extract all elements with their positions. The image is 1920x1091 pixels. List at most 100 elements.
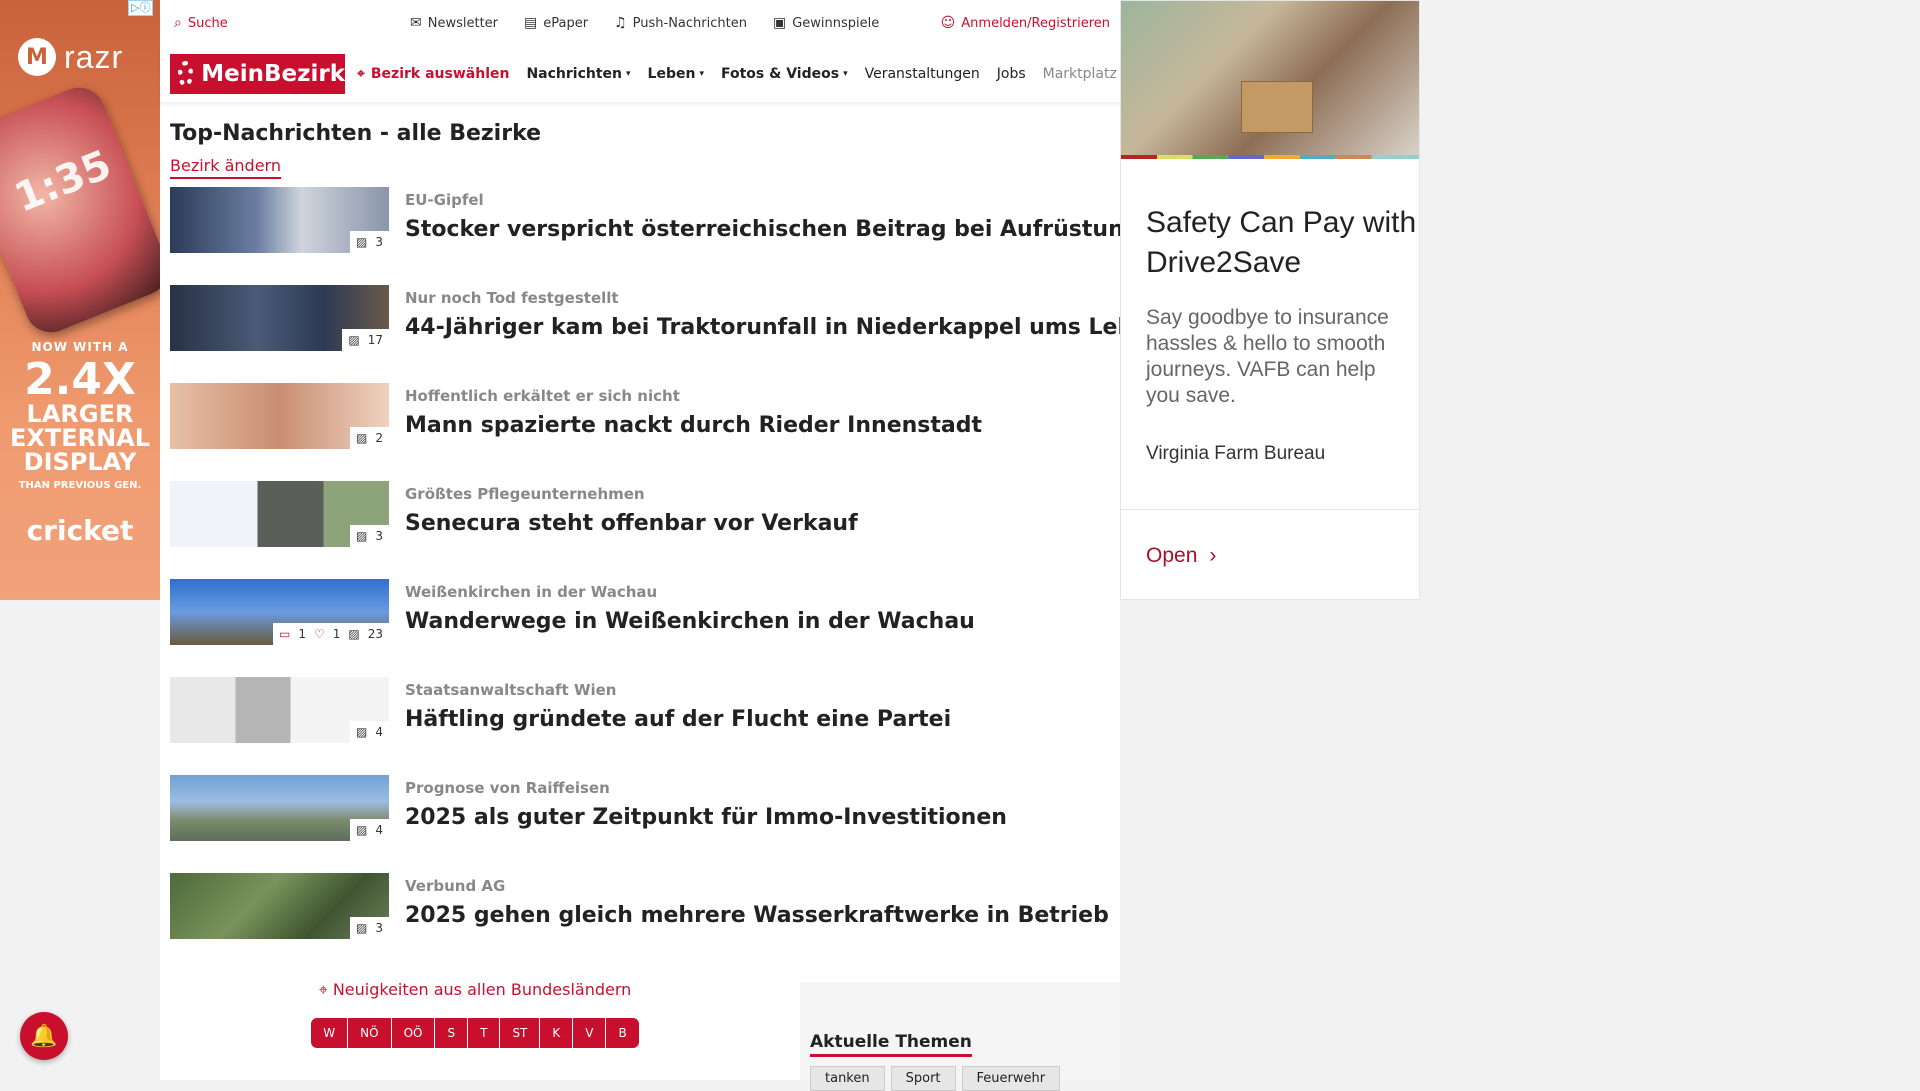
- nav-item-nachrichten[interactable]: Nachrichten ▾: [526, 66, 630, 82]
- article-thumbnail[interactable]: ▨ 3: [170, 873, 389, 939]
- epaper-label: ePaper: [543, 15, 589, 31]
- article-headline[interactable]: 2025 als guter Zeitpunkt für Immo-Invest…: [405, 805, 1007, 830]
- image-icon: ▨: [356, 823, 368, 837]
- article-headline[interactable]: Häftling gründete auf der Flucht eine Pa…: [405, 707, 951, 732]
- search-label: Suche: [187, 15, 228, 31]
- article-item[interactable]: ▨ 4 Staatsanwaltschaft Wien Häftling gründ…: [170, 677, 1120, 743]
- article-kicker: Hoffentlich erkältet er sich nicht: [405, 387, 680, 405]
- state-button[interactable]: NÖ: [348, 1018, 392, 1048]
- newsletter-link[interactable]: ✉ Newsletter: [410, 16, 498, 31]
- article-item[interactable]: ▨ 3 Größtes Pflegeunternehmen Senecura ste…: [170, 481, 1120, 547]
- nav-item-label: Fotos & Videos: [720, 66, 840, 82]
- gift-icon: ▣: [772, 15, 787, 31]
- image-icon: ▨: [356, 431, 368, 445]
- left-skyscraper-ad[interactable]: ▷ⓘ M razr 1:35 NOW WITH A 2.4X LARGER EX…: [0, 0, 160, 600]
- adchoices-icon[interactable]: ▷ⓘ: [128, 0, 154, 16]
- bezirk-select[interactable]: ⌖ Bezirk auswählen: [357, 66, 509, 82]
- article-headline[interactable]: 2025 gehen gleich mehrere Wasserkraftwer…: [405, 903, 1109, 928]
- ad-color-stripe: [1121, 155, 1419, 159]
- article-item[interactable]: ▨ 2 Hoffentlich erkältet er sich nicht Man…: [170, 383, 1120, 449]
- section-title: Top-Nachrichten - alle Bezirke: [170, 121, 542, 146]
- logo-icon: [178, 61, 194, 87]
- article-thumbnail[interactable]: ▨ 3: [170, 187, 389, 253]
- bell-icon: ♫: [614, 15, 627, 31]
- nav-item-label: Veranstaltungen: [864, 66, 980, 82]
- article-kicker: Prognose von Raiffeisen: [405, 779, 610, 797]
- nav-item-label: Jobs: [996, 66, 1026, 82]
- nav-item-label: Marktplatz: [1042, 66, 1117, 82]
- main-nav: MeinBezirk ⌖ Bezirk auswählen Nachrichte…: [160, 46, 1120, 103]
- ad-pitch-line: LARGER: [26, 400, 134, 428]
- chevron-down-icon: ▾: [626, 69, 631, 79]
- article-headline[interactable]: Senecura steht offenbar vor Verkauf: [405, 511, 858, 536]
- article-thumbnail[interactable]: ▨ 2: [170, 383, 389, 449]
- article-thumbnail[interactable]: ▨ 3: [170, 481, 389, 547]
- phone-image: 1:35: [0, 79, 160, 341]
- moving-box-image: [1241, 81, 1313, 133]
- article-kicker: Staatsanwaltschaft Wien: [405, 681, 617, 699]
- article-item[interactable]: ▭ 1 ♡ 1 ▨ 23 Weißenkirchen in der Wachau Wan…: [170, 579, 1120, 645]
- notification-bell-button[interactable]: 🔔: [20, 1012, 68, 1060]
- current-topics-title: Aktuelle Themen: [810, 1032, 972, 1057]
- article-headline[interactable]: Mann spazierte nackt durch Rieder Innens…: [405, 413, 982, 438]
- photo-count: 2: [375, 431, 383, 445]
- ad-pitch-line: EXTERNAL: [9, 424, 151, 452]
- state-switcher: W NÖ OÖ S T ST K V B: [311, 1018, 639, 1048]
- article-thumbnail[interactable]: ▨ 4: [170, 775, 389, 841]
- mail-icon: ✉: [410, 15, 422, 31]
- epaper-link[interactable]: ▤ ePaper: [524, 16, 588, 31]
- article-thumbnail[interactable]: ▨ 4: [170, 677, 389, 743]
- engagement-badge: ▭ 1 ♡ 1 ▨ 23: [272, 623, 389, 645]
- ad-sponsor-logo: cricket: [26, 514, 134, 547]
- site-logo[interactable]: MeinBezirk: [170, 54, 345, 94]
- article-item[interactable]: ▨ 4 Prognose von Raiffeisen 2025 als guter…: [170, 775, 1120, 841]
- ad-image: [1121, 1, 1419, 155]
- topic-tag[interactable]: tanken: [810, 1066, 885, 1091]
- state-button[interactable]: B: [606, 1018, 638, 1048]
- login-link[interactable]: ☺ Anmelden/Registrieren: [941, 16, 1110, 31]
- photo-count-badge: ▨ 3: [350, 525, 389, 547]
- nav-item-fotos-videos[interactable]: Fotos & Videos ▾: [721, 66, 848, 82]
- article-item[interactable]: ▨ 17 Nur noch Tod festgestellt 44-Jähriger…: [170, 285, 1164, 351]
- article-thumbnail[interactable]: ▭ 1 ♡ 1 ▨ 23: [170, 579, 389, 645]
- state-button[interactable]: OÖ: [392, 1018, 436, 1048]
- state-button[interactable]: ST: [500, 1018, 541, 1048]
- right-rectangle-ad[interactable]: ▷ⓘ Safety Can Pay with Drive2Save Say go…: [1120, 0, 1420, 600]
- motorola-logo-icon: M: [18, 38, 56, 76]
- photo-count-badge: ▨ 4: [350, 721, 389, 743]
- search-link[interactable]: ⌕ Suche: [174, 16, 228, 31]
- state-button[interactable]: S: [435, 1018, 469, 1048]
- nav-item-veranstaltungen[interactable]: Veranstaltungen: [865, 66, 980, 82]
- article-item[interactable]: ▨ 3 EU-Gipfel Stocker verspricht österreic…: [170, 187, 1139, 253]
- photo-count: 3: [375, 921, 383, 935]
- article-kicker: Weißenkirchen in der Wachau: [405, 583, 658, 601]
- image-icon: ▨: [356, 921, 368, 935]
- states-title[interactable]: ⌖ Neuigkeiten aus allen Bundesländern: [160, 980, 790, 1000]
- ad-pitch-line: NOW WITH A: [31, 340, 129, 354]
- article-headline[interactable]: 44-Jähriger kam bei Traktorunfall in Nie…: [405, 315, 1164, 340]
- logo-text: MeinBezirk: [201, 61, 345, 87]
- article-headline[interactable]: Stocker verspricht österreichischen Beit…: [405, 217, 1139, 242]
- article-thumbnail[interactable]: ▨ 17: [170, 285, 389, 351]
- photo-count: 4: [375, 823, 383, 837]
- article-headline[interactable]: Wanderwege in Weißenkirchen in der Wacha…: [405, 609, 975, 634]
- photo-count-badge: ▨ 4: [350, 819, 389, 841]
- article-item[interactable]: ▨ 3 Verbund AG 2025 gehen gleich mehrere W…: [170, 873, 1120, 939]
- push-link[interactable]: ♫ Push-Nachrichten: [614, 16, 747, 31]
- gewinnspiele-link[interactable]: ▣ Gewinnspiele: [773, 16, 879, 31]
- change-bezirk-link[interactable]: Bezirk ändern: [170, 156, 281, 179]
- push-label: Push-Nachrichten: [632, 15, 747, 31]
- state-button[interactable]: T: [468, 1018, 501, 1048]
- topic-tag[interactable]: Sport: [890, 1066, 956, 1091]
- phone-time: 1:35: [8, 141, 118, 222]
- state-button[interactable]: K: [540, 1018, 574, 1048]
- chevron-down-icon: ▾: [699, 69, 704, 79]
- nav-item-leben[interactable]: Leben ▾: [648, 66, 704, 82]
- image-icon: ▨: [348, 333, 360, 347]
- state-button[interactable]: V: [573, 1018, 607, 1048]
- state-button[interactable]: W: [311, 1018, 349, 1048]
- topic-tag[interactable]: Feuerwehr: [961, 1066, 1061, 1091]
- nav-item-jobs[interactable]: Jobs: [997, 66, 1026, 82]
- ad-open-button[interactable]: Open ›: [1146, 544, 1419, 568]
- nav-item-marktplatz[interactable]: Marktplatz: [1043, 66, 1117, 82]
